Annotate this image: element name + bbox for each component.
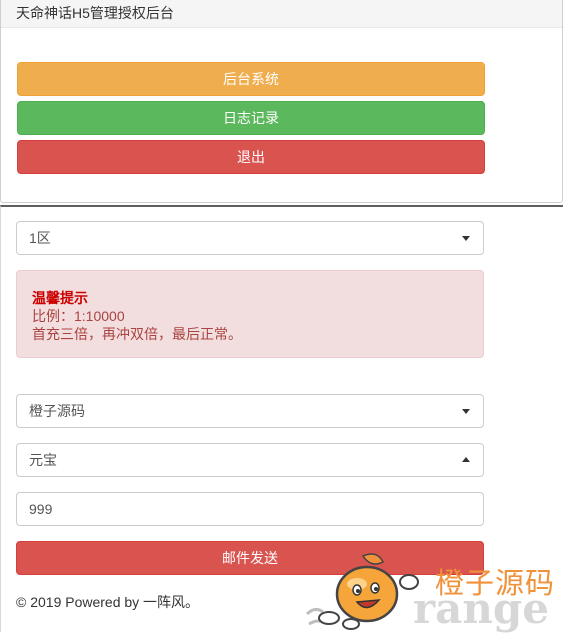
notice-title: 温馨提示: [32, 290, 88, 306]
logout-button[interactable]: 退出: [17, 140, 485, 174]
admin-panel: 天命神话H5管理授权后台 后台系统 日志记录 退出: [0, 0, 563, 203]
notice-alert: 温馨提示 比例：1:10000 首充三倍，再冲双倍，最后正常。: [16, 270, 484, 358]
item-select-value: 元宝: [29, 452, 57, 468]
admin-system-button[interactable]: 后台系统: [17, 62, 485, 96]
player-select[interactable]: 橙子源码: [16, 394, 484, 428]
notice-ratio: 比例：1:10000: [32, 308, 125, 324]
chevron-down-icon: [462, 409, 470, 414]
orange-watermark: 橙子源码 range: [305, 548, 563, 632]
page-title: 天命神话H5管理授权后台: [16, 5, 174, 21]
server-select[interactable]: 1区: [16, 221, 484, 255]
notice-text: 首充三倍，再冲双倍，最后正常。: [32, 326, 242, 342]
panel-heading: 天命神话H5管理授权后台: [1, 0, 562, 28]
item-select[interactable]: 元宝: [16, 443, 484, 477]
amount-input[interactable]: [16, 492, 484, 526]
log-record-button[interactable]: 日志记录: [17, 101, 485, 135]
chevron-up-icon: [462, 457, 470, 462]
player-select-value: 橙子源码: [29, 403, 85, 419]
chevron-down-icon: [462, 236, 470, 241]
watermark-english-text: range: [413, 584, 549, 633]
footer-text: © 2019 Powered by 一阵风。: [16, 594, 200, 610]
server-select-value: 1区: [29, 230, 51, 246]
